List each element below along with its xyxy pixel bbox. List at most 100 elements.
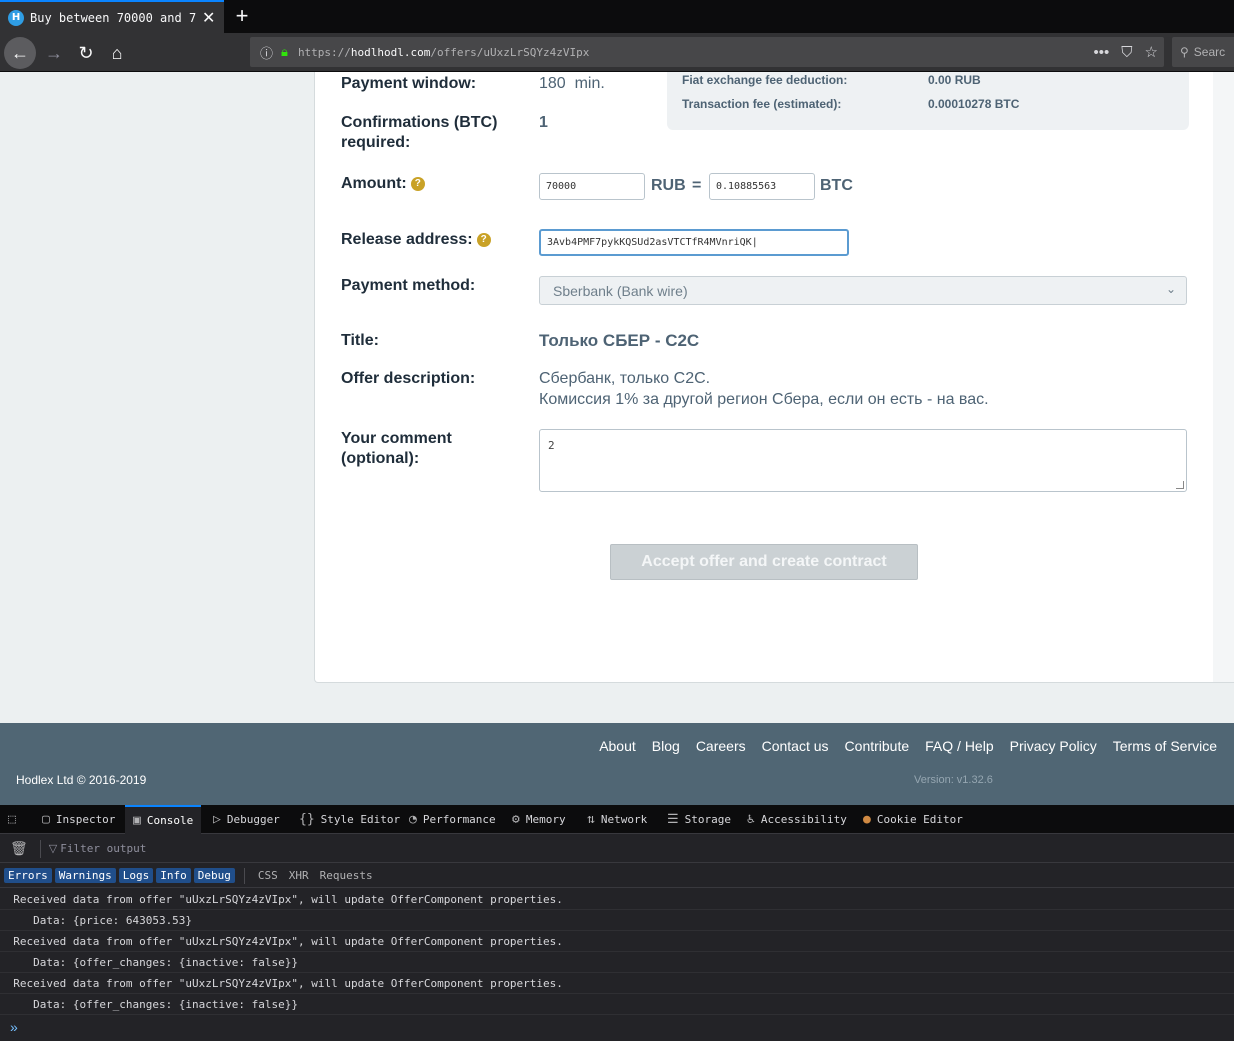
accept-offer-button[interactable]: Accept offer and create contract xyxy=(610,544,918,580)
footer-link-contribute[interactable]: Contribute xyxy=(845,738,910,754)
cookie-icon: ● xyxy=(863,812,871,827)
tab-cookie-editor[interactable]: ● Cookie Editor xyxy=(863,805,963,834)
footer-link-faq[interactable]: FAQ / Help xyxy=(925,738,993,754)
new-tab-icon[interactable]: + xyxy=(230,3,254,29)
card-side-rail xyxy=(1213,72,1234,682)
amount-help-icon[interactable]: ? xyxy=(410,177,425,191)
back-arrow-icon[interactable]: ← xyxy=(4,37,36,69)
footer-link-terms[interactable]: Terms of Service xyxy=(1113,738,1217,754)
network-icon: ⇅ xyxy=(587,812,595,827)
inspector-icon: ▢ xyxy=(42,812,50,827)
release-address-help-icon[interactable]: ? xyxy=(476,233,491,247)
trash-icon[interactable]: 🗑︎ xyxy=(10,840,28,857)
fiat-unit: RUB xyxy=(651,177,686,194)
release-address-input[interactable]: 3Avb4PMF7pykKQSUd2asVTCTfR4MVnriQK| xyxy=(539,229,849,256)
footer-link-contact[interactable]: Contact us xyxy=(762,738,829,754)
tab-title: Buy between 70000 and 70000 xyxy=(30,10,196,25)
home-icon[interactable]: ⌂ xyxy=(101,37,133,69)
filter-logs[interactable]: Logs xyxy=(118,868,154,883)
footer-links: About Blog Careers Contact us Contribute… xyxy=(599,738,1217,754)
confirmations-value: 1 xyxy=(539,114,548,131)
memory-icon: ⚙ xyxy=(512,812,520,827)
payment-method-select[interactable]: Sberbank (Bank wire) ⌄ xyxy=(539,276,1187,305)
confirmations-label: Confirmations (BTC) required: xyxy=(341,114,498,151)
console-log-line: Data: {offer_changes: {inactive: false}} xyxy=(0,952,1234,973)
pocket-icon[interactable]: ⛉ xyxy=(1121,44,1132,61)
tab-performance[interactable]: ◔ Performance xyxy=(409,805,496,834)
devtools-toolbar: ⬚ ▢ Inspector ▣ Console ▷ Debugger {} Style … xyxy=(0,805,1234,834)
element-picker-icon[interactable]: ⬚ xyxy=(8,805,22,834)
browser-tab[interactable]: H Buy between 70000 and 70000 ✕ xyxy=(0,0,224,33)
filter-errors[interactable]: Errors xyxy=(4,868,52,883)
offer-description-line-2: Комиссия 1% за другой регион Сбера, если… xyxy=(539,391,989,408)
console-log-line: Received data from offer "uUxzLrSQYz4zVI… xyxy=(0,889,1234,910)
tab-network[interactable]: ⇅ Network xyxy=(587,805,647,834)
release-address-label: Release address:? xyxy=(341,230,491,250)
tab-strip: H Buy between 70000 and 70000 ✕ + xyxy=(0,0,1234,33)
devtools-panel: ⬚ ▢ Inspector ▣ Console ▷ Debugger {} Style … xyxy=(0,805,1234,1041)
fiat-fee-value: 0.00 RUB xyxy=(928,73,981,87)
filter-icon: ▽ xyxy=(48,843,58,855)
footer-link-about[interactable]: About xyxy=(599,738,636,754)
console-prompt-icon: » xyxy=(10,1019,18,1035)
comment-label: Your comment (optional): xyxy=(341,430,452,467)
copyright-text: Hodlex Ltd © 2016-2019 xyxy=(16,773,147,787)
console-input[interactable]: » xyxy=(0,1013,1234,1041)
reload-icon[interactable]: ↻ xyxy=(70,37,102,69)
footer-link-privacy[interactable]: Privacy Policy xyxy=(1010,738,1097,754)
hodlhodl-favicon-icon: H xyxy=(8,9,24,26)
forward-arrow-icon[interactable]: → xyxy=(38,37,70,69)
url-text[interactable]: https://hodlhodl.com/offers/uUxzLrSQYz4z… xyxy=(298,46,589,59)
tab-style-editor[interactable]: {} Style Editor xyxy=(299,805,400,834)
filter-css[interactable]: CSS xyxy=(254,868,282,883)
payment-method-label: Payment method: xyxy=(341,277,476,294)
comment-text: 2 xyxy=(548,439,555,452)
performance-icon: ◔ xyxy=(409,812,417,827)
version-text: Version: v1.32.6 xyxy=(914,774,993,786)
comment-textarea[interactable]: 2 xyxy=(539,429,1187,492)
page-actions-icon[interactable]: ••• xyxy=(1094,44,1110,61)
console-log-line: Data: {price: 643053.53} xyxy=(0,910,1234,931)
url-bar[interactable]: ⓘ 🔒︎ https://hodlhodl.com/offers/uUxzLrS… xyxy=(250,37,1164,67)
filter-requests[interactable]: Requests xyxy=(316,868,377,883)
title-label: Title: xyxy=(341,332,379,349)
offer-title: Только СБЕР - C2C xyxy=(539,331,700,350)
site-info-icon[interactable]: ⓘ xyxy=(260,43,273,62)
log-level-filters: Errors Warnings Logs Info Debug CSS XHR … xyxy=(0,864,1234,888)
amount-label: Amount:? xyxy=(341,174,425,194)
filter-xhr[interactable]: XHR xyxy=(285,868,313,883)
style-editor-icon: {} xyxy=(299,812,315,827)
tab-storage[interactable]: ☰ Storage xyxy=(667,805,731,834)
tab-inspector[interactable]: ▢ Inspector xyxy=(42,805,115,834)
search-placeholder: Searc xyxy=(1193,45,1226,59)
tab-memory[interactable]: ⚙ Memory xyxy=(512,805,566,834)
footer-link-careers[interactable]: Careers xyxy=(696,738,746,754)
chevron-down-icon: ⌄ xyxy=(1165,282,1176,296)
resize-grip-icon[interactable] xyxy=(1176,481,1184,489)
amount-btc-input[interactable]: 0.10885563 xyxy=(709,173,815,200)
filter-output-input[interactable]: Filter output xyxy=(60,842,146,855)
console-log-line: Data: {offer_changes: {inactive: false}} xyxy=(0,994,1234,1015)
console-log-line: Received data from offer "uUxzLrSQYz4zVI… xyxy=(0,931,1234,952)
filter-debug[interactable]: Debug xyxy=(193,868,235,883)
tab-debugger[interactable]: ▷ Debugger xyxy=(213,805,280,834)
accessibility-icon: ♿︎ xyxy=(747,812,755,827)
footer-link-blog[interactable]: Blog xyxy=(652,738,680,754)
page-content: Fiat exchange fee deduction: 0.00 RUB Tr… xyxy=(0,72,1234,805)
tx-fee-value: 0.00010278 BTC xyxy=(928,97,1020,111)
tab-accessibility[interactable]: ♿︎ Accessibility xyxy=(747,805,847,834)
filter-warnings[interactable]: Warnings xyxy=(54,868,116,883)
search-field[interactable]: ⚲ Searc xyxy=(1172,37,1234,67)
amount-fiat-input[interactable]: 70000 xyxy=(539,173,645,200)
search-icon: ⚲ xyxy=(1180,45,1189,59)
navigation-toolbar: ← → ↻ ⌂ ⓘ 🔒︎ https://hodlhodl.com/offers… xyxy=(0,33,1234,72)
close-tab-icon[interactable]: ✕ xyxy=(202,8,215,28)
lock-icon[interactable]: 🔒︎ xyxy=(281,44,288,60)
bookmark-star-icon[interactable]: ☆ xyxy=(1145,43,1158,61)
payment-window-value: 180 min. xyxy=(539,75,605,92)
fee-summary-box: Fiat exchange fee deduction: 0.00 RUB Tr… xyxy=(667,72,1189,130)
tx-fee-label: Transaction fee (estimated): xyxy=(682,97,842,111)
filter-info[interactable]: Info xyxy=(156,868,191,883)
tab-console[interactable]: ▣ Console xyxy=(125,805,202,834)
btc-unit: BTC xyxy=(820,177,853,194)
